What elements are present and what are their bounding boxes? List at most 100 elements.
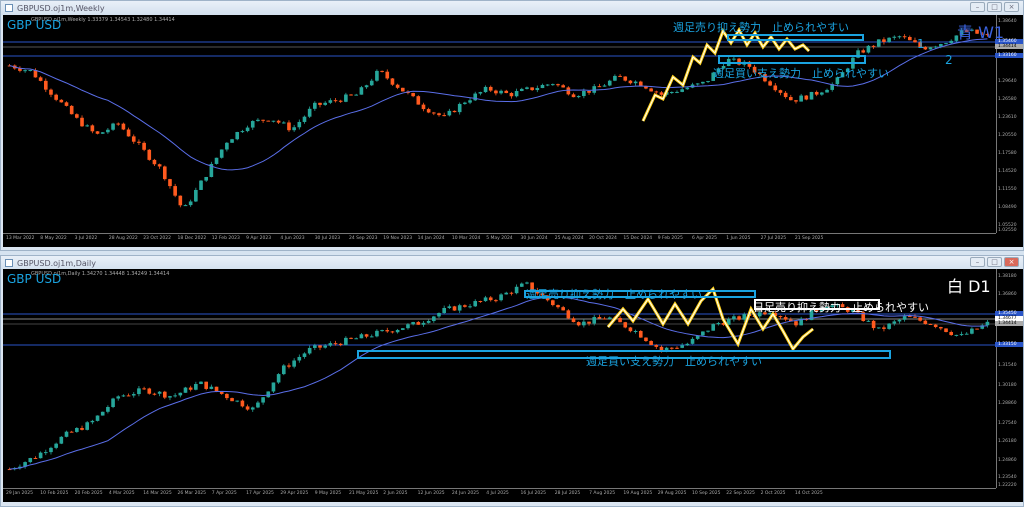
candle-body <box>571 94 576 98</box>
candle-body <box>545 84 550 86</box>
candle-body <box>902 316 907 320</box>
close-button[interactable]: × <box>1004 257 1019 267</box>
candle-body <box>354 94 359 96</box>
time-scale-label: 21 Sep 2025 <box>794 236 824 241</box>
weekly-candles <box>3 15 997 234</box>
candle-body <box>75 428 79 432</box>
candle-body <box>162 391 167 398</box>
title-bar[interactable]: GBPUSD.oj1m,Daily – □ × <box>1 256 1023 270</box>
candle-body <box>90 125 95 132</box>
time-scale-label: 23 Oct 2022 <box>143 236 172 241</box>
time-axis-line <box>3 488 996 489</box>
candle-body <box>685 87 690 90</box>
candle-body <box>432 112 436 114</box>
weekly-chart-window[interactable]: GBPUSD.oj1m,Weekly – □ × GBPUSD.oj1m,Weekl… <box>0 0 1024 251</box>
daily-chart-area[interactable]: GBPUSD.oj1m,Daily 1.34270 1.34448 1.3424… <box>3 269 1023 502</box>
candle-body <box>794 321 798 326</box>
time-scale-label: 22 Sep 2025 <box>726 491 755 496</box>
candle-body <box>59 99 64 103</box>
candle-body <box>597 86 602 88</box>
candle-body <box>395 329 400 333</box>
candle-body <box>519 283 524 287</box>
candle-body <box>38 77 43 81</box>
candle-body <box>333 343 338 345</box>
candle-body <box>271 120 276 122</box>
candle-body <box>230 139 234 143</box>
candle-body <box>463 305 467 307</box>
candle-body <box>261 397 265 403</box>
candle-body <box>214 386 219 392</box>
weekly-support-note: 週足買い支え勢力 止められやすい <box>586 355 762 368</box>
daily-chart-window[interactable]: GBPUSD.oj1m,Daily – □ × GBPUSD.oj1m,Daily … <box>0 255 1024 507</box>
candle-body <box>483 297 488 302</box>
candle-body <box>49 89 53 95</box>
candle-body <box>245 127 250 132</box>
candle-body <box>137 141 141 143</box>
candle-body <box>442 115 446 117</box>
minimize-button[interactable]: – <box>970 257 985 267</box>
candle-body <box>100 132 105 134</box>
candle-body <box>111 123 115 130</box>
price-scale-label: 1.36860 <box>998 292 1017 297</box>
price-scale-label: 1.26180 <box>998 439 1017 444</box>
candle-body <box>281 365 286 375</box>
candle-body <box>323 102 327 105</box>
maximize-button[interactable]: □ <box>987 257 1002 267</box>
time-scale-label: 30 Jul 2023 <box>314 236 341 241</box>
candle-body <box>121 395 126 397</box>
candle-body <box>783 92 788 98</box>
close-button[interactable]: × <box>1004 2 1019 12</box>
candle-body <box>416 96 421 105</box>
candle-body <box>664 347 669 351</box>
time-scale-label: 9 Apr 2023 <box>246 236 272 241</box>
time-scale-label: 28 Aug 2022 <box>108 236 138 241</box>
candle-body <box>799 95 803 102</box>
candle-body <box>287 365 291 367</box>
candle-body <box>535 88 540 91</box>
price-scale-label: 1.11550 <box>998 187 1017 192</box>
price-scale-label: 1.27540 <box>998 421 1017 426</box>
candle-body <box>369 336 374 338</box>
title-bar[interactable]: GBPUSD.oj1m,Weekly – □ × <box>1 1 1023 15</box>
candle-body <box>701 81 705 84</box>
candle-body <box>882 39 886 42</box>
minimize-button[interactable]: – <box>970 2 985 12</box>
time-scale-label: 19 Aug 2025 <box>623 491 653 496</box>
weekly-chart-area[interactable]: GBPUSD.oj1m,Weekly 1.33379 1.34543 1.324… <box>3 15 1023 247</box>
candle-body <box>695 83 700 85</box>
candle-body <box>633 331 638 333</box>
candle-body <box>582 90 586 97</box>
candle-body <box>897 319 902 322</box>
price-scale-label: 1.20550 <box>998 133 1017 138</box>
time-scale-label: 4 Mar 2025 <box>108 491 135 496</box>
candle-body <box>168 396 172 398</box>
candle-body <box>473 93 478 101</box>
candle-body <box>939 327 943 329</box>
candle-body <box>194 189 198 202</box>
candle-body <box>587 321 591 324</box>
weekly-resist-note: 週足売り抑え勢力 止められやすい <box>673 21 849 34</box>
candle-body <box>494 300 498 302</box>
candle-body <box>157 391 162 394</box>
candle-body <box>680 345 684 348</box>
candle-body <box>638 81 643 87</box>
candle-body <box>633 81 638 84</box>
chart-window-icon <box>5 4 13 12</box>
candle-body <box>494 90 498 94</box>
time-scale-label: 26 Mar 2025 <box>177 491 207 496</box>
price-scale-label: 1.02550 <box>998 228 1017 233</box>
candle-body <box>344 94 348 102</box>
candle-body <box>871 45 876 47</box>
weekly-resist-note: 週足売り抑え勢力 止められやすい <box>526 288 702 301</box>
candle-body <box>949 40 954 44</box>
candle-body <box>116 123 121 125</box>
candle-body <box>95 415 100 421</box>
candle-body <box>463 102 467 104</box>
time-scale-label: 10 Sep 2025 <box>692 491 721 496</box>
maximize-button[interactable]: □ <box>987 2 1002 12</box>
candle-body <box>80 428 84 430</box>
candle-body <box>328 343 333 346</box>
candle-body <box>199 381 203 385</box>
candle-body <box>256 119 260 122</box>
candle-body <box>887 37 891 42</box>
